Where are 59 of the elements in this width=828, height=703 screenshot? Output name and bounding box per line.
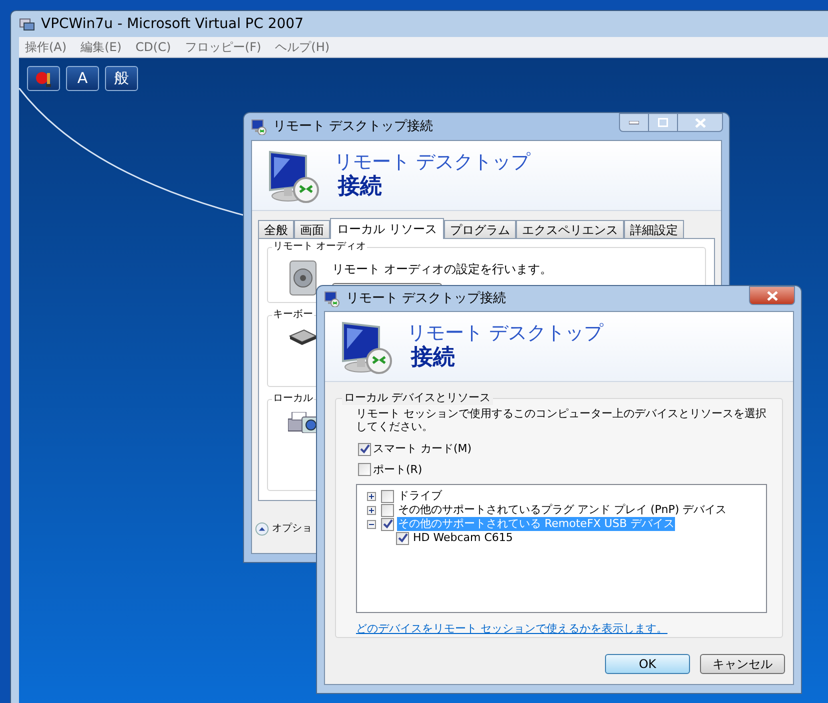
device-tree[interactable]: ドライブ その他のサポートされているプラグ アンド プレイ (PnP) デバイス その他のサポートされている RemoteFX USB デバイス HD Webcam C615: [356, 484, 767, 612]
collapse-icon[interactable]: [367, 520, 376, 528]
banner-subtitle: 接続: [336, 174, 383, 200]
checkbox[interactable]: [396, 532, 409, 544]
description-text: リモート セッションで使用するこのコンピューター上のデバイスとリソースを選択してください。: [356, 407, 768, 433]
tree-item[interactable]: その他のサポートされているプラグ アンド プレイ (PnP) デバイス: [397, 503, 728, 517]
window-title: リモート デスクトップ接続: [346, 290, 506, 308]
toolbar-button[interactable]: 般: [105, 66, 138, 91]
keyboard-icon: [288, 328, 318, 346]
banner-title: リモート デスクトップ: [407, 322, 604, 345]
expand-icon[interactable]: [367, 506, 376, 514]
remote-desktop-icon: [251, 118, 267, 134]
maximize-icon: [658, 118, 668, 127]
toolbar-button[interactable]: A: [66, 66, 99, 91]
options-toggle[interactable]: オプショ: [272, 521, 312, 536]
checkmark-icon: [360, 444, 370, 454]
window-title: リモート デスクトップ接続: [273, 118, 434, 136]
checkbox-label[interactable]: スマート カード(M): [373, 441, 472, 458]
checkbox[interactable]: [358, 442, 371, 456]
group-description: リモート オーディオの設定を行います。: [332, 261, 552, 278]
checkbox-label[interactable]: ポート(R): [373, 462, 422, 478]
window-title: VPCWin7u - Microsoft Virtual PC 2007: [41, 14, 304, 34]
close-icon: [694, 118, 706, 128]
minimize-icon: [629, 120, 639, 124]
checkbox[interactable]: [358, 463, 371, 476]
close-button[interactable]: [677, 113, 723, 132]
dialog-button[interactable]: OK: [605, 654, 690, 674]
checkbox[interactable]: [381, 518, 394, 530]
banner-subtitle: 接続: [410, 344, 456, 370]
tab[interactable]: エクスペリエンス: [516, 220, 624, 238]
audio-icon: [288, 260, 318, 296]
banner-title: リモート デスクトップ: [334, 152, 530, 174]
tree-item[interactable]: HD Webcam C615: [412, 531, 514, 545]
tab[interactable]: プログラム: [444, 220, 516, 238]
toolbar-button[interactable]: [27, 66, 60, 91]
alert-icon: [34, 70, 52, 88]
collapse-icon: [255, 522, 269, 536]
close-button[interactable]: [749, 286, 795, 305]
maximize-button[interactable]: [649, 113, 677, 132]
close-icon: [766, 290, 778, 300]
checkbox[interactable]: [381, 490, 394, 502]
app-icon: [19, 16, 35, 32]
checkbox[interactable]: [381, 504, 394, 516]
menu-item[interactable]: 操作(A): [25, 38, 67, 56]
remote-desktop-icon: [324, 290, 340, 306]
tab[interactable]: 全般: [258, 220, 294, 238]
expand-icon[interactable]: [367, 492, 376, 500]
menu-item[interactable]: 編集(E): [80, 38, 122, 56]
menu-item[interactable]: ヘルプ(H): [275, 38, 330, 56]
tab[interactable]: 画面: [294, 220, 330, 238]
minimize-button[interactable]: [619, 113, 649, 132]
menu-item[interactable]: フロッピー(F): [184, 38, 262, 56]
dialog-button[interactable]: キャンセル: [700, 654, 785, 674]
help-link[interactable]: どのデバイスをリモート セッションで使えるかを表示します。: [356, 620, 668, 637]
tree-item[interactable]: ドライブ: [397, 489, 443, 503]
menu-item[interactable]: CD(C): [136, 38, 171, 56]
tab[interactable]: 詳細設定: [624, 220, 684, 238]
tab[interactable]: ローカル リソース: [330, 218, 444, 239]
group-title: ローカル デバイスとリソース: [342, 391, 492, 405]
